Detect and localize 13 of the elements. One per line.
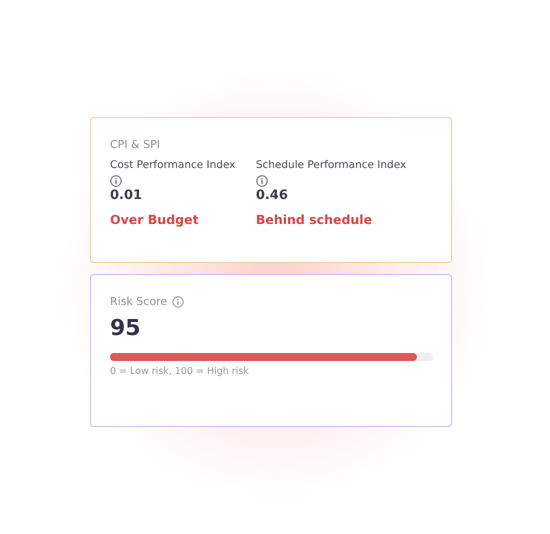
metric-label: Cost Performance Index [110, 159, 236, 171]
info-icon[interactable] [256, 175, 268, 187]
card-title: Risk Score [110, 295, 168, 308]
info-icon[interactable] [172, 296, 184, 308]
metric-label: Schedule Performance Index [256, 159, 406, 171]
metric-status: Over Budget [110, 212, 199, 227]
metric-value: 0.46 [256, 188, 288, 203]
risk-legend: 0 = Low risk, 100 = High risk [110, 366, 432, 377]
risk-score-value: 95 [110, 316, 142, 341]
card-title: CPI & SPI [110, 138, 161, 151]
info-icon[interactable] [110, 175, 122, 187]
metric-value: 0.01 [110, 188, 142, 203]
metric-status: Behind schedule [256, 212, 372, 227]
